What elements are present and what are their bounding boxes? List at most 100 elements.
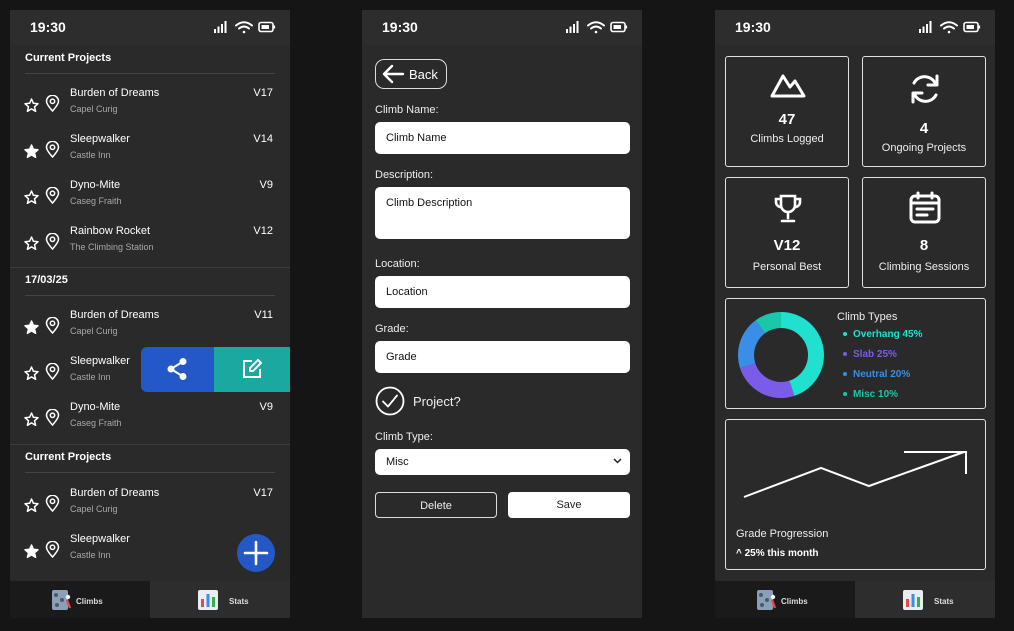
grade-progression-line-chart <box>743 451 967 498</box>
chart-title: Climb Types <box>837 311 898 323</box>
legend-item: Overhang 45% <box>843 329 922 340</box>
climb-types-donut-chart <box>738 312 824 398</box>
climb-list-item[interactable]: Dyno-Mite Caseg Fraith V9 <box>10 179 290 223</box>
location-pin-icon <box>45 409 60 426</box>
climb-grade: V9 <box>259 179 273 191</box>
climb-name: Sleepwalker <box>70 533 130 545</box>
legend-dot <box>843 372 847 377</box>
legend-dot <box>843 352 847 357</box>
description-input[interactable]: Climb Description <box>375 187 630 239</box>
location-pin-icon <box>45 363 60 380</box>
calendar-icon <box>909 191 941 224</box>
status-bar: 19:30 <box>10 10 290 45</box>
project-checkbox[interactable] <box>375 386 405 416</box>
legend-item: Slab 25% <box>843 349 897 360</box>
star-filled-icon[interactable] <box>24 144 39 159</box>
add-climb-button[interactable] <box>237 534 275 572</box>
edit-button[interactable] <box>214 347 290 392</box>
grade-input[interactable]: Grade <box>375 341 630 373</box>
location-pin-icon <box>45 541 60 558</box>
climb-grade: V17 <box>253 87 273 99</box>
share-button[interactable] <box>141 347 214 392</box>
climb-name-label: Climb Name: <box>375 104 439 116</box>
grade-progression-subtitle: ^ 25% this month <box>736 548 819 559</box>
section-divider <box>25 295 275 296</box>
climb-location: Capel Curig <box>70 504 118 514</box>
stat-value: 4 <box>919 120 929 137</box>
star-outline-icon[interactable] <box>24 98 39 113</box>
climb-name-input[interactable]: Climb Name <box>375 122 630 154</box>
stat-card-climbing-sessions[interactable]: 8 Climbing Sessions <box>862 177 986 288</box>
wifi-icon <box>940 21 958 34</box>
stat-card-personal-best[interactable]: V12 Personal Best <box>725 177 849 288</box>
stat-value: 47 <box>778 111 796 128</box>
climb-location: The Climbing Station <box>70 242 154 252</box>
location-label: Location: <box>375 258 420 270</box>
legend-item: Misc 10% <box>843 389 898 400</box>
legend-item: Neutral 20% <box>843 369 910 380</box>
back-label: Back <box>409 67 438 82</box>
stat-value: 8 <box>919 237 929 254</box>
tab-stats-label: Stats <box>229 597 249 606</box>
stat-caption: Ongoing Projects <box>881 142 967 154</box>
climb-name: Dyno-Mite <box>70 179 121 191</box>
swipe-actions <box>141 347 290 392</box>
climb-location: Caseg Fraith <box>70 418 122 428</box>
location-pin-icon <box>45 317 60 334</box>
climb-list-item[interactable]: Rainbow Rocket The Climbing Station V12 <box>10 225 290 269</box>
wifi-icon <box>235 21 253 34</box>
grade-progression-card[interactable]: Grade Progression ^ 25% this month <box>725 419 986 570</box>
star-filled-icon[interactable] <box>24 320 39 335</box>
refresh-icon <box>911 74 939 104</box>
stat-caption: Climbing Sessions <box>878 261 970 273</box>
legend-dot <box>843 332 847 337</box>
star-outline-icon[interactable] <box>24 412 39 427</box>
tab-climbs[interactable]: Climbs <box>715 581 855 618</box>
climb-location: Capel Curig <box>70 326 118 336</box>
status-time: 19:30 <box>30 19 66 35</box>
star-filled-icon[interactable] <box>24 544 39 559</box>
star-outline-icon[interactable] <box>24 498 39 513</box>
legend-label: Overhang 45% <box>853 329 923 340</box>
star-outline-icon[interactable] <box>24 190 39 205</box>
delete-button[interactable]: Delete <box>375 492 497 518</box>
climb-list-item[interactable]: Sleepwalker Castle Inn V14 <box>10 133 290 177</box>
stat-card-climbs-logged[interactable]: 47 Climbs Logged <box>725 56 849 167</box>
location-input[interactable]: Location <box>375 276 630 308</box>
climb-grade: V17 <box>253 487 273 499</box>
signal-icon <box>214 21 227 33</box>
climb-location: Castle Inn <box>70 372 111 382</box>
battery-icon <box>963 21 981 33</box>
grade-label: Grade: <box>375 323 409 335</box>
legend-label: Misc 10% <box>853 389 899 400</box>
climb-types-card[interactable]: Climb Types Overhang 45% Slab 25% Neutral … <box>725 298 986 409</box>
stat-caption: Climbs Logged <box>750 133 824 145</box>
climb-list-item[interactable]: Dyno-Mite Caseg Fraith V9 <box>10 401 290 445</box>
project-label: Project? <box>413 394 461 409</box>
signal-icon <box>566 21 579 33</box>
check-circle-icon <box>375 386 405 416</box>
tab-climbs[interactable]: Climbs <box>10 581 150 618</box>
tab-stats[interactable]: Stats <box>855 581 995 618</box>
back-button[interactable]: Back <box>375 59 447 89</box>
climb-grade: V12 <box>253 225 273 237</box>
climb-type-label: Climb Type: <box>375 431 433 443</box>
stat-card-ongoing-projects[interactable]: 4 Ongoing Projects <box>862 56 986 167</box>
mountain-icon <box>770 74 806 98</box>
location-pin-icon <box>45 233 60 250</box>
trophy-icon <box>774 194 802 223</box>
stat-value: V12 <box>773 237 801 254</box>
climb-name: Burden of Dreams <box>70 87 160 99</box>
edit-climb-screen: 19:30 Back Climb Name: Climb Name Descri… <box>362 10 642 618</box>
climb-location: Capel Curig <box>70 104 118 114</box>
climbing-wall-icon <box>52 590 72 610</box>
climb-list-item[interactable]: Burden of Dreams Capel Curig V17 <box>10 87 290 131</box>
climb-list-item[interactable]: Burden of Dreams Capel Curig V17 <box>10 487 290 531</box>
climb-type-select[interactable]: Misc <box>375 449 630 475</box>
tab-stats[interactable]: Stats <box>150 581 290 618</box>
star-outline-icon[interactable] <box>24 236 39 251</box>
arrow-left-icon <box>382 64 405 84</box>
location-pin-icon <box>45 187 60 204</box>
save-button[interactable]: Save <box>508 492 630 518</box>
star-outline-icon[interactable] <box>24 366 39 381</box>
